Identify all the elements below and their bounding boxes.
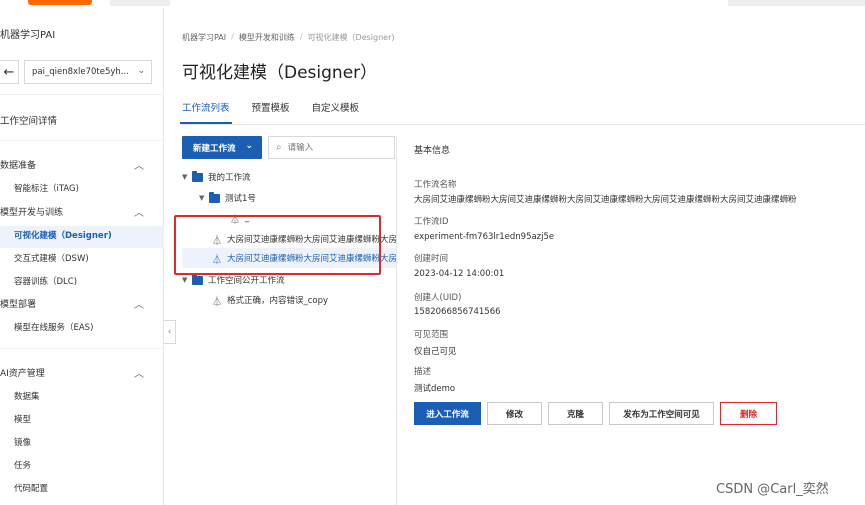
sidebar-item-dsw[interactable]: 交互式建模（DSW) [14, 252, 89, 264]
tabs-divider [182, 124, 865, 125]
new-workflow-button[interactable]: 新建工作流 ⌄ [182, 136, 262, 159]
sidebar-item-datasets[interactable]: 数据集 [14, 390, 40, 402]
tree-node-label: 我的工作流 [208, 173, 251, 183]
divider [0, 94, 164, 95]
caret-down-icon: ▼ [182, 276, 188, 284]
search-input[interactable] [287, 142, 378, 153]
breadcrumb: 机器学习PAI / 模型开发和训练 / 可视化建模（Designer) [182, 32, 395, 43]
workflow-tree-pane: 新建工作流 ⌄ ⌕ ▼ 我的工作流 ▼ 测试1号 ⏃ _ ⏃ 大房间艾迪康缧蛳粉… [182, 136, 396, 505]
tree-node-folder-test[interactable]: ▼ 测试1号 [182, 188, 396, 208]
tree-node-label: 工作空间公开工作流 [208, 276, 285, 286]
tree-node-label: 格式正确，内容错误_copy [227, 296, 329, 306]
publish-button[interactable]: 发布为工作空间可见 [609, 402, 714, 425]
collapse-sidebar-icon[interactable]: ‹ [164, 320, 176, 344]
chevron-up-icon: ︿ [134, 369, 144, 380]
chevron-up-icon: ︿ [134, 300, 144, 311]
workflow-id-value: experiment-fm763lr1edn95azj5e [414, 232, 555, 242]
workspace-select-value: pai_qien8xle70te5yh... [32, 67, 129, 77]
clone-button[interactable]: 克隆 [548, 402, 603, 425]
breadcrumb-current: 可视化建模（Designer) [307, 33, 395, 42]
field-label: 工作流ID [414, 217, 449, 227]
sidebar-group-label: AI资产管理 [0, 369, 45, 379]
sidebar: 机器学习PAI ← pai_qien8xle70te5yh... ⌄ 工作空间详… [0, 8, 164, 505]
created-time-value: 2023-04-12 14:00:01 [414, 269, 505, 279]
workspace-select[interactable]: pai_qien8xle70te5yh... ⌄ [24, 60, 152, 84]
top-search[interactable] [728, 0, 865, 6]
sidebar-group-label: 模型部署 [0, 300, 37, 310]
top-nav-item[interactable] [110, 0, 170, 6]
chevron-down-icon: ⌄ [245, 141, 253, 151]
description-value: 测试demo [414, 384, 456, 394]
creator-uid-value: 1582066856741566 [414, 307, 501, 317]
field-label: 工作流名称 [414, 180, 457, 190]
sidebar-title: 机器学习PAI [0, 30, 56, 41]
top-bar [0, 0, 865, 8]
divider [0, 348, 164, 349]
tab-custom-templates[interactable]: 自定义模板 [312, 100, 360, 124]
caret-down-icon: ▼ [199, 194, 205, 202]
tab-preset-templates[interactable]: 预置模板 [252, 100, 290, 124]
tab-bar: 工作流列表 预置模板 自定义模板 [180, 100, 381, 124]
visibility-value: 仅自己可见 [414, 347, 457, 357]
enter-workflow-button[interactable]: 进入工作流 [414, 402, 481, 425]
sidebar-item-workspace-detail[interactable]: 工作空间详情 [0, 113, 57, 127]
tab-workflow-list[interactable]: 工作流列表 [180, 100, 232, 124]
folder-icon [192, 273, 203, 285]
sidebar-group-label: 数据准备 [0, 161, 37, 171]
field-label: 创建人(UID) [414, 293, 462, 303]
breadcrumb-item[interactable]: 模型开发和训练 [239, 32, 295, 43]
sidebar-group-label: 模型开发与训练 [0, 208, 64, 218]
sidebar-item-code-config[interactable]: 代码配置 [14, 482, 48, 494]
page-title: 可视化建模（Designer） [182, 63, 378, 83]
delete-button[interactable]: 删除 [720, 402, 777, 425]
folder-icon [209, 191, 220, 203]
breadcrumb-item[interactable]: 机器学习PAI [182, 32, 226, 43]
flask-icon: ⏃ [212, 296, 222, 308]
sidebar-item-eas[interactable]: 模型在线服务（EAS) [14, 321, 93, 333]
field-label: 创建时间 [414, 254, 449, 264]
divider [0, 140, 164, 141]
watermark: CSDN @Carl_奕然 [716, 482, 829, 497]
chevron-down-icon: ⌄ [137, 66, 145, 76]
sidebar-group-model-dev[interactable]: 模型开发与训练 ︿ [0, 205, 164, 219]
caret-down-icon: ▼ [182, 173, 188, 181]
search-box[interactable]: ⌕ [268, 136, 395, 159]
back-arrow-icon[interactable]: ← [0, 60, 19, 84]
sidebar-item-designer[interactable]: 可视化建模（Designer) [14, 229, 112, 241]
breadcrumb-separator: / [299, 32, 303, 41]
tree-node-workflow[interactable]: ⏃ 格式正确，内容错误_copy [182, 290, 396, 310]
tree-node-label: 测试1号 [225, 194, 256, 204]
chevron-up-icon: ︿ [134, 208, 144, 219]
sidebar-item-itag[interactable]: 智能标注（iTAG) [14, 182, 79, 194]
tree-node-my-workflows[interactable]: ▼ 我的工作流 [182, 167, 396, 187]
brand-logo[interactable] [28, 0, 92, 5]
sidebar-group-data-prep[interactable]: 数据准备 ︿ [0, 158, 164, 172]
folder-icon [192, 170, 203, 182]
sidebar-item-images[interactable]: 镜像 [14, 436, 31, 448]
field-label: 可见范围 [414, 330, 449, 340]
pane-divider [396, 136, 397, 505]
action-bar: 进入工作流 修改 克隆 发布为工作空间可见 删除 [414, 402, 777, 425]
breadcrumb-separator: / [231, 32, 234, 41]
sidebar-item-dlc[interactable]: 容器训练（DLC) [14, 275, 77, 287]
search-icon: ⌕ [276, 142, 282, 153]
sidebar-item-models[interactable]: 模型 [14, 413, 31, 425]
section-title: 基本信息 [414, 146, 451, 156]
sidebar-group-deploy[interactable]: 模型部署 ︿ [0, 297, 164, 311]
workspace-row: ← pai_qien8xle70te5yh... ⌄ [0, 60, 164, 86]
edit-button[interactable]: 修改 [487, 402, 542, 425]
workflow-name-value: 大房间艾迪康缧蛳粉大房间艾迪康缧蛳粉大房间艾迪康缧蛳粉大房间艾迪康缧蛳粉大房间艾… [414, 195, 797, 205]
field-label: 描述 [414, 367, 432, 377]
new-workflow-label: 新建工作流 [193, 143, 236, 154]
highlight-annotation [174, 215, 381, 275]
chevron-up-icon: ︿ [134, 161, 144, 172]
sidebar-item-jobs[interactable]: 任务 [14, 459, 31, 471]
sidebar-group-ai-assets[interactable]: AI资产管理 ︿ [0, 366, 164, 380]
